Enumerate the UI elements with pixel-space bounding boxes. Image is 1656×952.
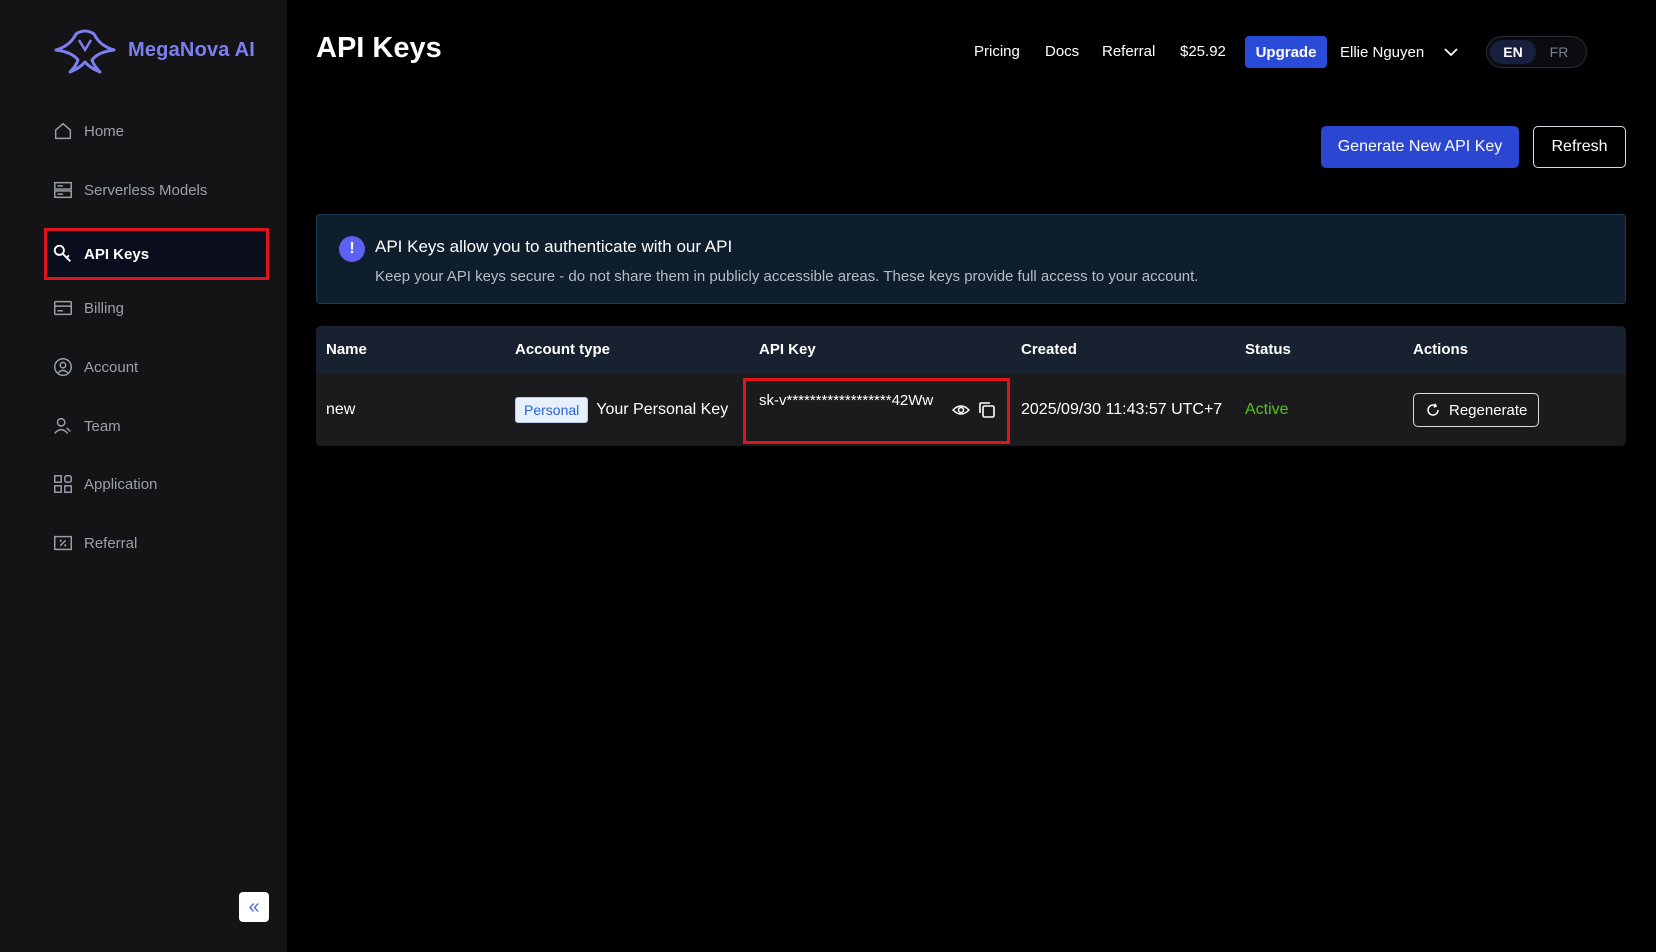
sidebar-item-label: Home [84,122,125,140]
collapse-sidebar-button[interactable]: « [239,892,269,922]
balance-display[interactable]: $25.92 [1180,36,1226,68]
account-type-cell: Personal Your Personal Key [515,374,728,446]
referral-link[interactable]: Referral [1102,36,1155,68]
sidebar-item-label: Serverless Models [84,181,208,199]
column-header-actions: Actions [1413,341,1469,358]
alert-description: Keep your API keys secure - do not share… [375,268,1199,285]
application-icon [54,475,72,493]
api-keys-table: Name Account type API Key Created Status… [316,326,1626,446]
refresh-button[interactable]: Refresh [1533,126,1626,168]
key-icon [53,244,71,262]
sidebar-item-account[interactable]: Account [46,343,267,391]
api-key-cell: sk-v******************42Ww [743,378,1010,444]
column-header-api-key: API Key [759,341,816,358]
table-header: Name Account type API Key Created Status… [316,326,1626,374]
sidebar-item-team[interactable]: Team [46,402,267,450]
info-icon: ! [339,236,365,262]
column-header-account-type: Account type [515,341,611,358]
column-header-created: Created [1021,341,1077,358]
alert-title: API Keys allow you to authenticate with … [375,237,733,256]
eye-icon[interactable] [951,400,971,420]
status-badge: Active [1245,401,1289,418]
regenerate-button[interactable]: Regenerate [1413,393,1540,427]
api-key-value: sk-v******************42Ww [759,392,934,409]
account-icon [54,358,72,376]
sidebar-item-label: Account [84,358,139,376]
sidebar-item-label: Billing [84,299,125,317]
double-chevron-left-icon: « [248,895,260,918]
team-icon [54,417,71,434]
sidebar-item-label: Referral [84,534,138,552]
column-header-name: Name [326,341,367,358]
sidebar-item-serverless-models[interactable]: Serverless Models [46,166,267,214]
table-row: new Personal Your Personal Key sk-v*****… [316,374,1626,446]
refresh-icon [1427,403,1439,416]
regenerate-label: Regenerate [1449,401,1528,419]
sidebar-item-label: Team [84,417,121,435]
sidebar-item-billing[interactable]: Billing [46,284,267,332]
account-type-label: Your Personal Key [596,401,729,418]
account-type-badge: Personal [515,397,589,423]
sidebar-item-home[interactable]: Home [46,107,267,155]
language-switch: EN FR [1486,36,1587,68]
copy-icon[interactable] [977,400,997,420]
pricing-link[interactable]: Pricing [974,36,1020,68]
referral-icon [54,535,72,551]
created-date: 2025/09/30 11:43:57 UTC+7 [1021,401,1223,418]
server-icon [54,181,72,199]
language-en-option[interactable]: EN [1490,40,1536,64]
user-name: Ellie Nguyen [1340,43,1425,61]
billing-icon [54,300,72,316]
docs-link[interactable]: Docs [1045,36,1079,68]
sidebar-item-label: API Keys [84,245,150,263]
sidebar-item-api-keys[interactable]: API Keys [44,228,269,280]
sidebar-item-label: Application [84,475,158,493]
status-cell: Active [1245,374,1289,446]
user-menu[interactable]: Ellie Nguyen [1340,36,1460,68]
sidebar-item-referral[interactable]: Referral [46,519,267,567]
sidebar: MegaNova AI Home Serverless Models API K… [0,0,287,952]
key-name: new [326,401,356,418]
home-icon [54,122,72,140]
column-header-status: Status [1245,341,1291,358]
sidebar-item-application[interactable]: Application [46,460,267,508]
upgrade-button[interactable]: Upgrade [1245,36,1327,68]
language-fr-option[interactable]: FR [1536,40,1582,64]
chevron-down-icon [1444,48,1458,57]
generate-api-key-button[interactable]: Generate New API Key [1321,126,1519,168]
actions-cell: Regenerate [1413,374,1540,446]
info-alert: ! API Keys allow you to authenticate wit… [316,214,1626,304]
